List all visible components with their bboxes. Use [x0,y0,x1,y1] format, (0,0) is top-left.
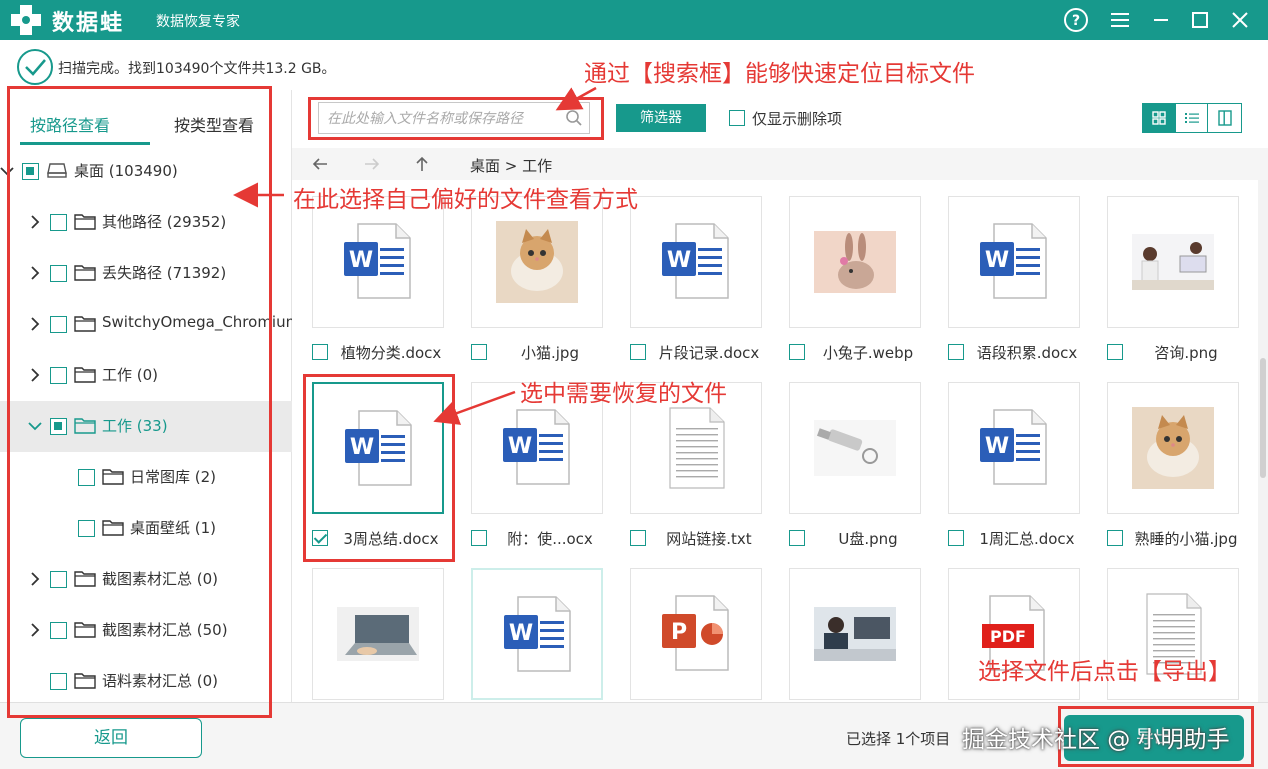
annotation-select-text: 选中需要恢复的文件 [520,381,727,407]
annotation-export-text: 选择文件后点击【导出】 [978,659,1231,685]
app-window: 数据蛙 数据恢复专家 ? 扫描完成。找到103490个文件共13.2 GB。 按… [0,0,1268,769]
annotation-search-text: 通过【搜索框】能够快速定位目标文件 [584,61,975,87]
annotation-view-mode-text: 在此选择自己偏好的文件查看方式 [293,187,638,213]
watermark: 掘金技术社区 @ 小明助手 [962,727,1230,753]
